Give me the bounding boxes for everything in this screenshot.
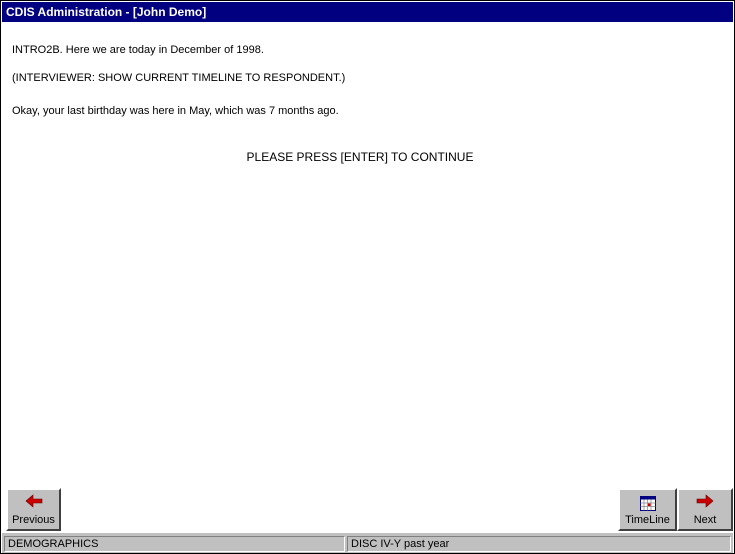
arrow-right-icon — [679, 494, 731, 512]
window-title: CDIS Administration - [John Demo] — [6, 5, 207, 19]
status-instrument: DISC IV-Y past year — [347, 536, 731, 552]
arrow-left-icon — [8, 494, 59, 512]
question-intro-text: INTRO2B. Here we are today in December o… — [12, 44, 264, 56]
timeline-button-label: TimeLine — [625, 514, 670, 526]
previous-button-label: Previous — [12, 514, 55, 526]
next-button[interactable]: Next — [677, 488, 733, 531]
application-window: CDIS Administration - [John Demo] INTRO2… — [0, 0, 735, 554]
birthday-statement-text: Okay, your last birthday was here in May… — [12, 105, 339, 117]
continue-prompt: PLEASE PRESS [ENTER] TO CONTINUE — [246, 150, 474, 164]
timeline-button[interactable]: TimeLine — [618, 488, 677, 531]
status-bar: DEMOGRAPHICS DISC IV-Y past year — [2, 533, 733, 553]
next-button-label: Next — [693, 514, 717, 526]
question-panel: INTRO2B. Here we are today in December o… — [2, 23, 733, 485]
interviewer-instruction-text: (INTERVIEWER: SHOW CURRENT TIMELINE TO R… — [12, 72, 346, 84]
calendar-icon — [620, 494, 675, 512]
title-bar: CDIS Administration - [John Demo] — [2, 2, 733, 22]
status-section: DEMOGRAPHICS — [4, 536, 345, 552]
previous-button[interactable]: Previous — [6, 488, 61, 531]
